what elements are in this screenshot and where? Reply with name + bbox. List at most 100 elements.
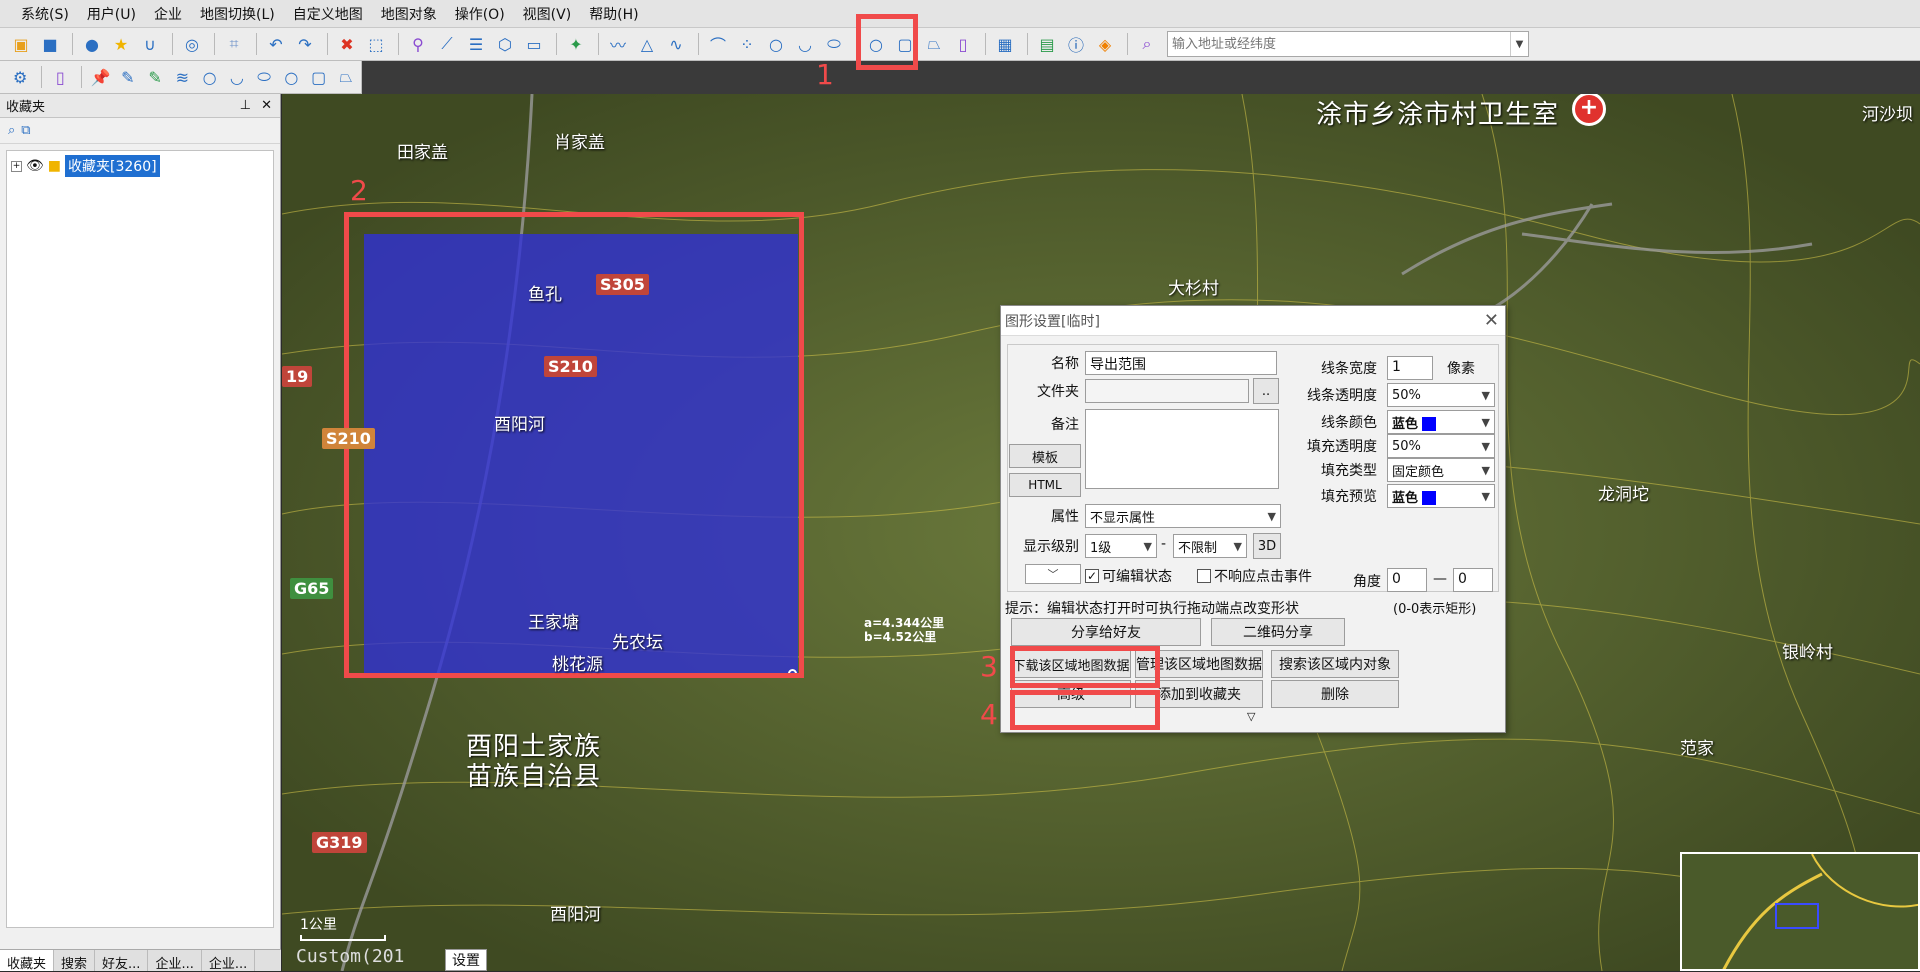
- fill-preview-select[interactable]: 蓝色 ▼: [1387, 484, 1495, 508]
- curve-icon[interactable]: ∿: [663, 31, 689, 57]
- 3d-button[interactable]: 3D: [1253, 533, 1281, 559]
- tree-node-label[interactable]: 收藏夹[3260]: [65, 155, 160, 177]
- settings-button[interactable]: 设置: [445, 949, 487, 971]
- menu-map-switch[interactable]: 地图切换(L): [191, 4, 284, 24]
- polygon-draw-icon[interactable]: ⏢: [921, 31, 947, 57]
- search-area-objects-button[interactable]: 搜索该区域内对象: [1271, 650, 1399, 678]
- tab-favorites[interactable]: 收藏夹: [0, 950, 55, 972]
- close-icon[interactable]: ✕: [1484, 310, 1499, 331]
- overview-minimap[interactable]: [1680, 852, 1920, 971]
- tab-friends[interactable]: 好友...: [95, 950, 149, 972]
- menu-enterprise[interactable]: 企业: [145, 4, 191, 24]
- crop-icon[interactable]: ⌗: [221, 31, 247, 57]
- undo-icon[interactable]: ↶: [263, 31, 289, 57]
- no-click-checkbox[interactable]: 不响应点击事件: [1197, 566, 1312, 586]
- copy-icon[interactable]: ⧉: [21, 123, 30, 138]
- user-icon[interactable]: ●: [79, 31, 105, 57]
- circle-draw-icon[interactable]: ○: [279, 64, 303, 90]
- qr-share-button[interactable]: 二维码分享: [1211, 618, 1345, 646]
- chevron-down-icon[interactable]: ▼: [1510, 32, 1528, 56]
- level-from-select[interactable]: 1级 ▼: [1085, 534, 1157, 558]
- marker-icon[interactable]: ⚲: [405, 31, 431, 57]
- pin-green-icon[interactable]: ✎: [143, 64, 167, 90]
- gear-icon[interactable]: ⚙: [8, 64, 32, 90]
- menu-help[interactable]: 帮助(H): [580, 4, 647, 24]
- ellipse-icon[interactable]: ⬭: [821, 31, 847, 57]
- menu-custom-map[interactable]: 自定义地图: [284, 4, 372, 24]
- delete-icon[interactable]: ✖: [334, 31, 360, 57]
- menu-view[interactable]: 视图(V): [514, 4, 581, 24]
- camera-icon[interactable]: ▭: [521, 31, 547, 57]
- attribute-select[interactable]: 不显示属性 ▼: [1085, 504, 1281, 528]
- globe-3d-icon[interactable]: ◎: [179, 31, 205, 57]
- angle-input-a[interactable]: 0: [1387, 568, 1427, 592]
- html-button[interactable]: HTML: [1009, 473, 1081, 497]
- menu-user[interactable]: 用户(U): [78, 4, 145, 24]
- document-icon[interactable]: ▯: [48, 64, 72, 90]
- link-icon[interactable]: ∪: [137, 31, 163, 57]
- tab-enterprise-1[interactable]: 企业...: [148, 950, 202, 972]
- lines-icon[interactable]: ≋: [170, 64, 194, 90]
- search-icon[interactable]: ⌕: [8, 123, 15, 138]
- polygon-draw-icon[interactable]: ⏢: [334, 64, 358, 90]
- redo-icon[interactable]: ↷: [292, 31, 318, 57]
- gem-icon[interactable]: ◈: [1092, 31, 1118, 57]
- polygon-icon[interactable]: △: [634, 31, 660, 57]
- pin-yellow-icon[interactable]: 📌: [88, 64, 112, 90]
- name-input[interactable]: 导出范围: [1085, 351, 1277, 375]
- line-width-input[interactable]: 1: [1387, 356, 1433, 380]
- folder-input[interactable]: [1085, 379, 1249, 403]
- tree-node-root[interactable]: + 👁 ■ 收藏夹[3260]: [11, 155, 269, 177]
- note-textarea[interactable]: [1085, 409, 1279, 489]
- pin-icon[interactable]: ✦: [563, 31, 589, 57]
- pin-blue-icon[interactable]: ✎: [116, 64, 140, 90]
- eye-icon[interactable]: 👁: [26, 158, 44, 174]
- more-options-icon[interactable]: ▽: [1247, 710, 1255, 723]
- address-search-input[interactable]: [1168, 33, 1510, 55]
- editable-check-box[interactable]: ✓: [1085, 569, 1099, 583]
- star-icon[interactable]: ★: [108, 31, 134, 57]
- expand-options-select[interactable]: ﹀: [1025, 564, 1081, 584]
- arc-icon[interactable]: ◡: [225, 64, 249, 90]
- editable-checkbox[interactable]: ✓ 可编辑状态: [1085, 566, 1172, 586]
- arc-icon[interactable]: ⌒: [705, 31, 731, 57]
- save-icon[interactable]: ■: [37, 31, 63, 57]
- search-icon[interactable]: ⌕: [1134, 31, 1160, 57]
- fill-type-select[interactable]: 固定颜色 ▼: [1387, 458, 1495, 482]
- dots-icon[interactable]: ⁘: [734, 31, 760, 57]
- menu-operation[interactable]: 操作(O): [446, 4, 514, 24]
- polyline-icon[interactable]: 〰: [605, 31, 631, 57]
- grid-icon[interactable]: ▦: [992, 31, 1018, 57]
- layers-icon[interactable]: ☰: [463, 31, 489, 57]
- cube-icon[interactable]: ⬡: [492, 31, 518, 57]
- expand-icon[interactable]: +: [11, 160, 22, 172]
- line-color-select[interactable]: 蓝色 ▼: [1387, 410, 1495, 434]
- open-folder-icon[interactable]: ▣: [8, 31, 34, 57]
- address-search-box[interactable]: ▼: [1167, 31, 1529, 57]
- menu-system[interactable]: 系统(S): [12, 4, 78, 24]
- circle-icon[interactable]: ○: [197, 64, 221, 90]
- tab-search[interactable]: 搜索: [54, 950, 96, 972]
- rectangle-draw-icon[interactable]: ▢: [307, 64, 331, 90]
- line-opacity-select[interactable]: 50% ▼: [1387, 383, 1495, 407]
- level-to-select[interactable]: 不限制 ▼: [1173, 534, 1247, 558]
- info-icon[interactable]: ⓘ: [1063, 31, 1089, 57]
- ellipse-icon[interactable]: ⬭: [252, 64, 276, 90]
- fill-opacity-select[interactable]: 50% ▼: [1387, 434, 1495, 458]
- circle-icon[interactable]: ○: [763, 31, 789, 57]
- arc2-icon[interactable]: ◡: [792, 31, 818, 57]
- folder-browse-button[interactable]: ..: [1253, 378, 1279, 404]
- tab-enterprise-2[interactable]: 企业...: [202, 950, 256, 972]
- close-icon[interactable]: ✕: [261, 98, 272, 113]
- info-panel-icon[interactable]: ▯: [950, 31, 976, 57]
- no-click-check-box[interactable]: [1197, 569, 1211, 583]
- share-friend-button[interactable]: 分享给好友: [1011, 618, 1201, 646]
- chat-icon[interactable]: ▤: [1034, 31, 1060, 57]
- select-icon[interactable]: ⬚: [363, 31, 389, 57]
- menu-map-object[interactable]: 地图对象: [372, 4, 446, 24]
- ruler-icon[interactable]: ⟋: [434, 31, 460, 57]
- pin-panel-icon[interactable]: ⊥: [240, 98, 251, 113]
- delete-button[interactable]: 删除: [1271, 680, 1399, 708]
- template-button[interactable]: 模板: [1009, 444, 1081, 468]
- angle-input-b[interactable]: 0: [1453, 568, 1493, 592]
